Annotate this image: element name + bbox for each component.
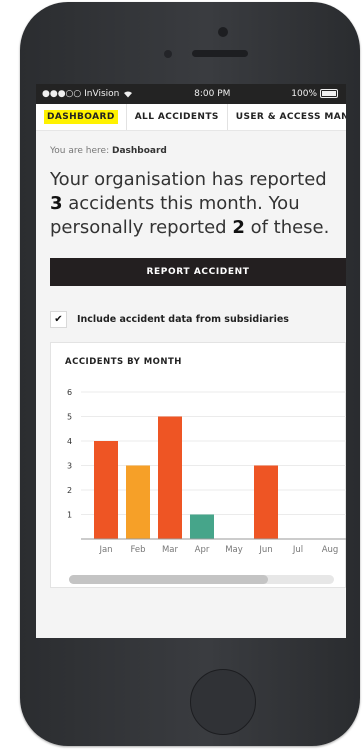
x-tick-label-feb: Feb	[130, 545, 145, 555]
bar-jun	[254, 465, 278, 539]
x-tick-label-mar: Mar	[162, 545, 179, 555]
y-tick-label-2: 2	[67, 486, 72, 495]
x-tick-label-aug: Aug	[322, 545, 339, 555]
bar-feb	[126, 465, 150, 539]
nav-tab-all-accidents[interactable]: ALL ACCIDENTS	[127, 104, 228, 130]
accidents-bar-chart: 1 2 3 4 5 6 Jan Feb Mar Apr May Jun Jul Aug	[67, 388, 346, 555]
earpiece-speaker	[192, 50, 248, 57]
front-camera	[218, 27, 228, 37]
status-bar: ●●●○○ InVision 8:00 PM 100%	[36, 84, 346, 104]
subsidiaries-label: Include accident data from subsidiaries	[77, 313, 289, 325]
carrier-label: ●●●○○ InVision	[42, 89, 120, 99]
x-tick-label-may: May	[225, 545, 243, 555]
subsidiaries-option[interactable]: ✔ Include accident data from subsidiarie…	[50, 310, 332, 328]
main-nav: DASHBOARD ALL ACCIDENTS USER & ACCESS MA…	[36, 104, 346, 131]
x-tick-label-jul: Jul	[292, 545, 303, 555]
accident-summary: Your organisation has reported 3 acciden…	[50, 168, 332, 240]
breadcrumb-current[interactable]: Dashboard	[112, 146, 167, 156]
y-tick-label-6: 6	[67, 388, 72, 397]
nav-tab-user-access[interactable]: USER & ACCESS MANAG	[228, 104, 346, 130]
accidents-chart-card: ACCIDENTS BY MONTH 1 2 3 4 5 6 Jan Feb Mar Apr May…	[50, 342, 346, 588]
home-button[interactable]	[190, 669, 256, 735]
y-tick-label-5: 5	[67, 413, 72, 422]
y-tick-label-3: 3	[67, 462, 72, 471]
battery-icon	[320, 89, 338, 98]
nav-tab-all-accidents-label: ALL ACCIDENTS	[134, 112, 219, 122]
report-accident-button[interactable]: REPORT ACCIDENT	[50, 258, 346, 286]
x-tick-label-apr: Apr	[195, 545, 210, 555]
x-tick-label-jun: Jun	[258, 545, 272, 555]
y-tick-label-1: 1	[67, 511, 72, 520]
battery-percent: 100%	[291, 89, 317, 99]
nav-tab-user-access-label: USER & ACCESS MANAG	[235, 112, 346, 122]
phone-screen: ●●●○○ InVision 8:00 PM 100% DASHBOARD AL…	[36, 84, 346, 638]
chart-scrollbar[interactable]	[69, 575, 334, 584]
summary-text-1: Your organisation has reported	[50, 169, 327, 190]
bar-jan	[94, 441, 118, 539]
breadcrumb: You are here: Dashboard	[50, 131, 332, 156]
dashboard-content: You are here: Dashboard Your organisatio…	[36, 131, 346, 638]
bar-apr	[190, 514, 214, 539]
proximity-sensor	[164, 50, 172, 58]
subsidiaries-checkbox[interactable]: ✔	[50, 310, 67, 328]
summary-text-3: of these.	[244, 217, 330, 238]
chart-scroll-thumb[interactable]	[69, 575, 268, 584]
bar-mar	[158, 416, 182, 539]
y-tick-label-4: 4	[67, 437, 72, 446]
battery-status: 100%	[291, 89, 338, 99]
nav-tab-dashboard[interactable]: DASHBOARD	[36, 104, 127, 130]
clock: 8:00 PM	[194, 89, 231, 99]
breadcrumb-prefix: You are here:	[50, 146, 110, 156]
checkmark-icon: ✔	[54, 313, 63, 325]
wifi-icon	[124, 91, 133, 98]
x-tick-label-jan: Jan	[98, 545, 112, 555]
nav-tab-dashboard-label: DASHBOARD	[44, 110, 118, 124]
user-accident-count: 2	[232, 217, 245, 238]
org-accident-count: 3	[50, 193, 63, 214]
